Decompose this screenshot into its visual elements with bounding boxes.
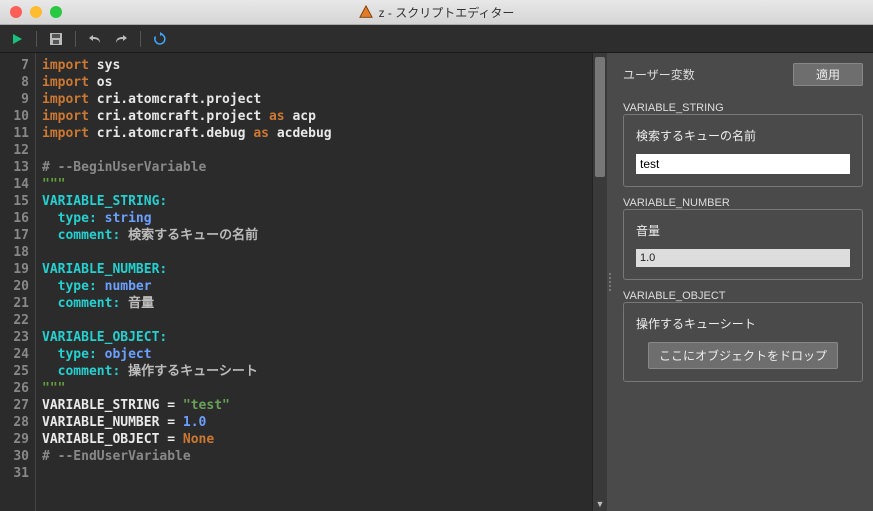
maximize-window-button[interactable] — [50, 6, 62, 18]
line-number: 20 — [0, 278, 29, 295]
code-line[interactable]: VARIABLE_NUMBER: — [42, 261, 592, 278]
code-line[interactable]: import cri.atomcraft.project — [42, 91, 592, 108]
toolbar — [0, 25, 873, 53]
reload-button[interactable] — [151, 30, 169, 48]
line-number: 16 — [0, 210, 29, 227]
variable-title: VARIABLE_NUMBER — [623, 197, 863, 209]
variable-comment: 操作するキューシート — [636, 315, 850, 332]
line-number: 29 — [0, 431, 29, 448]
line-number: 10 — [0, 108, 29, 125]
code-line[interactable]: import os — [42, 74, 592, 91]
line-number: 9 — [0, 91, 29, 108]
save-button[interactable] — [47, 30, 65, 48]
variable-comment: 検索するキューの名前 — [636, 127, 850, 144]
variable-title: VARIABLE_STRING — [623, 102, 863, 114]
line-number: 30 — [0, 448, 29, 465]
window-title: z - スクリプトエディター — [379, 4, 515, 21]
code-line[interactable]: """ — [42, 380, 592, 397]
line-number: 28 — [0, 414, 29, 431]
line-number: 21 — [0, 295, 29, 312]
code-content[interactable]: import sysimport osimport cri.atomcraft.… — [36, 53, 592, 511]
variable-object-drop[interactable]: ここにオブジェクトをドロップ — [648, 342, 838, 369]
line-number: 13 — [0, 159, 29, 176]
window-controls — [0, 6, 62, 18]
scroll-down-arrow[interactable]: ▼ — [593, 497, 607, 511]
code-line[interactable]: VARIABLE_OBJECT = None — [42, 431, 592, 448]
line-number: 25 — [0, 363, 29, 380]
variable-box: 操作するキューシートここにオブジェクトをドロップ — [623, 302, 863, 382]
separator — [36, 31, 37, 47]
redo-button[interactable] — [112, 30, 130, 48]
variable-string-input[interactable] — [636, 154, 850, 174]
separator — [140, 31, 141, 47]
line-number: 24 — [0, 346, 29, 363]
separator — [75, 31, 76, 47]
variable-title: VARIABLE_OBJECT — [623, 290, 863, 302]
panel-title: ユーザー変数 — [623, 66, 695, 83]
line-number: 31 — [0, 465, 29, 482]
code-line[interactable]: """ — [42, 176, 592, 193]
variable-comment: 音量 — [636, 222, 850, 239]
code-line[interactable]: comment: 操作するキューシート — [42, 363, 592, 380]
titlebar: z - スクリプトエディター — [0, 0, 873, 25]
variable-number-input[interactable] — [636, 249, 850, 267]
code-line[interactable]: type: object — [42, 346, 592, 363]
line-number: 18 — [0, 244, 29, 261]
code-line[interactable]: # --EndUserVariable — [42, 448, 592, 465]
line-number: 12 — [0, 142, 29, 159]
undo-button[interactable] — [86, 30, 104, 48]
variable-box: 音量 — [623, 209, 863, 280]
close-window-button[interactable] — [10, 6, 22, 18]
line-number: 7 — [0, 57, 29, 74]
code-line[interactable]: VARIABLE_STRING = "test" — [42, 397, 592, 414]
vertical-scrollbar[interactable]: ▼ — [592, 53, 607, 511]
code-line[interactable]: comment: 音量 — [42, 295, 592, 312]
code-editor[interactable]: 7891011121314151617181920212223242526272… — [0, 53, 607, 511]
code-line[interactable] — [42, 312, 592, 329]
code-line[interactable]: import cri.atomcraft.project as acp — [42, 108, 592, 125]
line-number: 11 — [0, 125, 29, 142]
splitter-handle[interactable] — [607, 53, 613, 511]
code-line[interactable]: comment: 検索するキューの名前 — [42, 227, 592, 244]
line-number: 14 — [0, 176, 29, 193]
code-line[interactable]: import sys — [42, 57, 592, 74]
minimize-window-button[interactable] — [30, 6, 42, 18]
app-icon — [359, 5, 373, 19]
code-line[interactable] — [42, 142, 592, 159]
code-line[interactable] — [42, 244, 592, 261]
apply-button[interactable]: 適用 — [793, 63, 863, 86]
code-line[interactable]: type: string — [42, 210, 592, 227]
run-button[interactable] — [8, 30, 26, 48]
code-line[interactable]: type: number — [42, 278, 592, 295]
code-line[interactable]: VARIABLE_OBJECT: — [42, 329, 592, 346]
line-number-gutter: 7891011121314151617181920212223242526272… — [0, 53, 36, 511]
line-number: 27 — [0, 397, 29, 414]
code-line[interactable]: VARIABLE_STRING: — [42, 193, 592, 210]
line-number: 22 — [0, 312, 29, 329]
main-area: 7891011121314151617181920212223242526272… — [0, 53, 873, 511]
line-number: 15 — [0, 193, 29, 210]
line-number: 17 — [0, 227, 29, 244]
variable-box: 検索するキューの名前 — [623, 114, 863, 187]
user-variable-panel: ユーザー変数 適用 VARIABLE_STRING 検索するキューの名前 VARIA… — [613, 53, 873, 511]
scrollbar-thumb[interactable] — [595, 57, 605, 177]
line-number: 19 — [0, 261, 29, 278]
line-number: 23 — [0, 329, 29, 346]
code-line[interactable] — [42, 465, 592, 482]
line-number: 26 — [0, 380, 29, 397]
code-line[interactable]: import cri.atomcraft.debug as acdebug — [42, 125, 592, 142]
code-line[interactable]: # --BeginUserVariable — [42, 159, 592, 176]
line-number: 8 — [0, 74, 29, 91]
code-line[interactable]: VARIABLE_NUMBER = 1.0 — [42, 414, 592, 431]
